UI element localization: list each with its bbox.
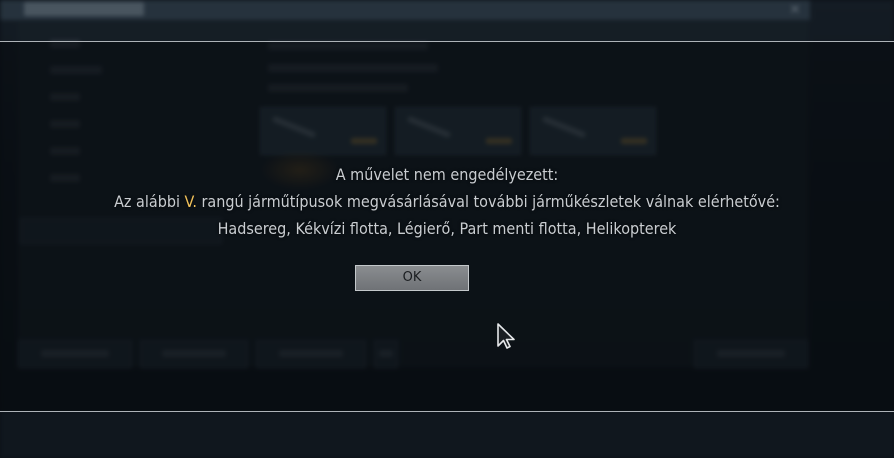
modal-dialog: A művelet nem engedélyezett: Az alábbi V… [0,41,894,412]
background-window-title [24,2,144,16]
arrow-cursor-icon [497,323,515,349]
dialog-message-vehicle-types: Hadsereg, Kékvízi flotta, Légierő, Part … [217,219,677,238]
ok-button[interactable]: OK [355,265,469,291]
dialog-message-title: A művelet nem engedélyezett: [335,165,559,184]
background-bottom-strip [0,412,894,458]
rank-highlight: V. [184,192,197,211]
requirement-suffix: rangú járműtípusok megvásárlásával továb… [196,192,780,211]
dialog-message: A művelet nem engedélyezett: Az alábbi V… [0,161,894,242]
close-icon: ✕ [789,2,801,18]
requirement-prefix: Az alábbi [114,192,185,211]
background-window-titlebar: ✕ [0,0,810,20]
dialog-message-requirement: Az alábbi V. rangú járműtípusok megvásár… [0,188,894,215]
